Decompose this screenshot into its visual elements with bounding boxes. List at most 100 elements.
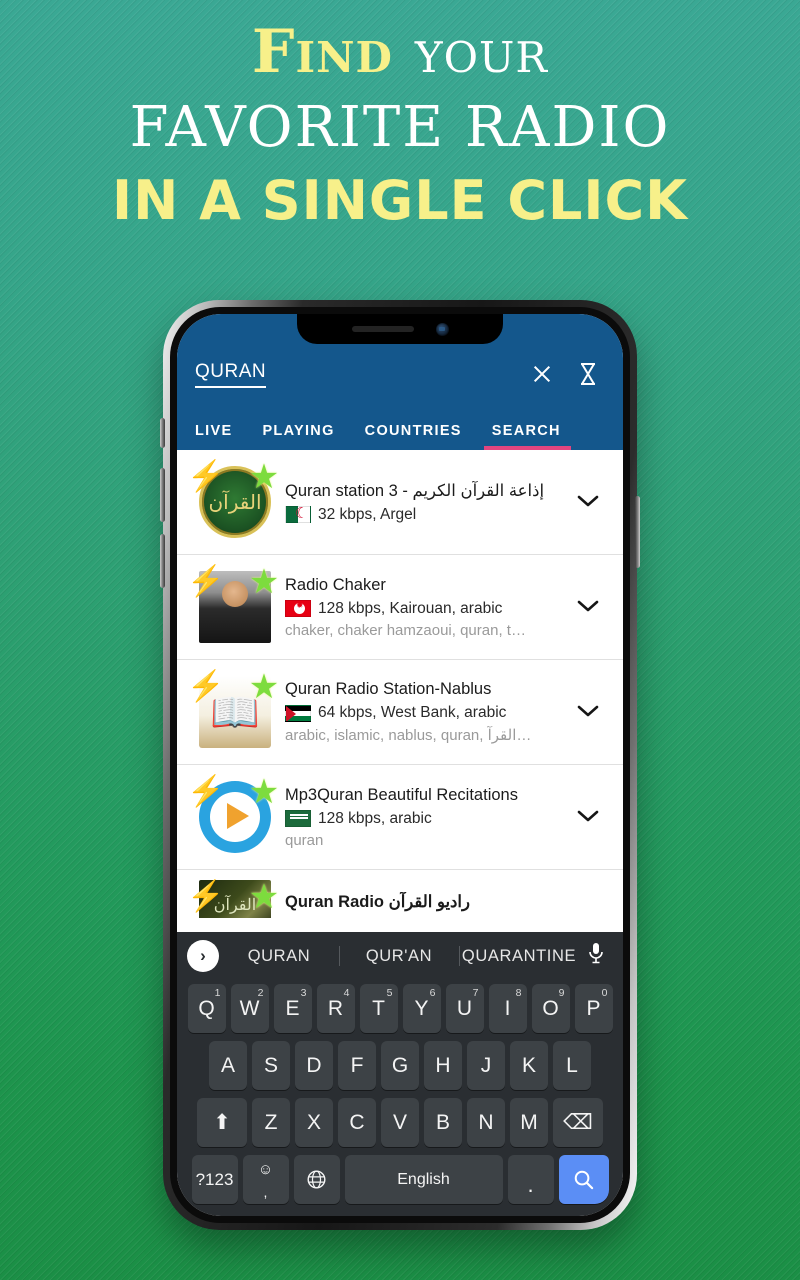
station-info: Quran station 3 - إذاعة القرآن الكريم 32… xyxy=(279,481,565,524)
key-o-label: O xyxy=(542,996,559,1020)
station-info: Radio Chaker 128 kbps, Kairouan, arabic … xyxy=(279,576,565,639)
tab-search[interactable]: SEARCH xyxy=(483,423,571,450)
phone-notch xyxy=(297,314,503,344)
close-icon[interactable] xyxy=(525,357,559,391)
station-title: Quran Radio راديو القرآن xyxy=(285,893,470,911)
phone-volume-up-button xyxy=(160,468,165,522)
expand-suggestions-button[interactable]: › xyxy=(187,940,219,972)
backspace-key[interactable]: ⌫ xyxy=(553,1098,603,1147)
tab-playing[interactable]: PLAYING xyxy=(262,423,334,450)
phone-volume-down-button xyxy=(160,534,165,588)
key-d[interactable]: D xyxy=(295,1041,333,1090)
keyboard-row-2: A S D F G H J K L xyxy=(177,1037,623,1094)
period-key[interactable]: . xyxy=(507,1155,554,1204)
favorite-star-icon[interactable]: ★ xyxy=(247,460,281,494)
key-w[interactable]: 2W xyxy=(230,984,269,1033)
station-meta: 128 kbps, arabic xyxy=(285,810,565,828)
favorite-star-icon[interactable]: ★ xyxy=(247,670,281,704)
table-row[interactable]: ⚡ ★ Mp3Quran Beautiful Recitations 128 k… xyxy=(177,765,623,870)
signal-bolt-icon: ⚡ xyxy=(187,565,225,598)
key-l[interactable]: L xyxy=(553,1041,591,1090)
key-o[interactable]: 9O xyxy=(531,984,570,1033)
key-w-label: W xyxy=(239,996,260,1020)
numeric-symbols-key[interactable]: ?123 xyxy=(191,1155,238,1204)
chevron-down-icon[interactable] xyxy=(565,805,611,829)
station-bitrate-location: 32 kbps, Argel xyxy=(318,505,417,523)
station-tags: chaker, chaker hamzaoui, quran, t… xyxy=(285,621,526,639)
key-m[interactable]: M xyxy=(510,1098,548,1147)
tab-countries[interactable]: COUNTRIES xyxy=(365,423,462,450)
table-row[interactable]: ⚡ ★ Radio Chaker 128 kbps, Kairouan, ara… xyxy=(177,555,623,660)
search-input[interactable]: QURAN xyxy=(195,361,267,388)
chevron-down-icon[interactable] xyxy=(565,595,611,619)
earpiece-speaker xyxy=(351,326,414,332)
key-y-number: 6 xyxy=(429,987,436,999)
tab-live[interactable]: LIVE xyxy=(195,423,232,450)
key-t-label: T xyxy=(372,996,385,1020)
emoji-icon: ☺ xyxy=(257,1161,274,1178)
key-x[interactable]: X xyxy=(295,1098,333,1147)
suggestion-3[interactable]: QUARANTINE xyxy=(459,947,579,966)
globe-icon[interactable] xyxy=(293,1155,340,1204)
station-title: Quran Radio Station-Nablus xyxy=(285,680,492,698)
key-i[interactable]: 8I xyxy=(488,984,527,1033)
key-k[interactable]: K xyxy=(510,1041,548,1090)
key-s[interactable]: S xyxy=(252,1041,290,1090)
favorite-star-icon[interactable]: ★ xyxy=(247,565,281,599)
mic-icon[interactable] xyxy=(579,942,613,970)
search-icon[interactable] xyxy=(558,1155,609,1204)
key-g[interactable]: G xyxy=(381,1041,419,1090)
phone-power-button xyxy=(635,496,640,568)
phone-bezel: QURAN LIVE PLAYING COUNTRIES SEARCH القر… xyxy=(170,307,630,1223)
key-t[interactable]: 5T xyxy=(359,984,398,1033)
station-thumbnail: ⚡ ★ xyxy=(187,460,279,544)
key-o-number: 9 xyxy=(558,987,565,999)
phone-screen: QURAN LIVE PLAYING COUNTRIES SEARCH القر… xyxy=(177,314,623,1216)
key-p[interactable]: 0P xyxy=(574,984,613,1033)
station-tags: quran xyxy=(285,831,324,849)
table-row[interactable]: ⚡ ★ Quran Radio Station-Nablus 64 kbps, … xyxy=(177,660,623,765)
space-key[interactable]: English xyxy=(344,1155,503,1204)
table-row[interactable]: ⚡ ★ Quran station 3 - إذاعة القرآن الكري… xyxy=(177,450,623,555)
key-q-number: 1 xyxy=(214,987,221,999)
table-row[interactable]: ⚡ ★ Quran Radio راديو القرآن xyxy=(177,870,623,918)
favorite-star-icon[interactable]: ★ xyxy=(247,775,281,809)
country-flag-algeria xyxy=(285,506,311,523)
key-e[interactable]: 3E xyxy=(273,984,312,1033)
key-q[interactable]: 1Q xyxy=(187,984,226,1033)
key-a[interactable]: A xyxy=(209,1041,247,1090)
key-u[interactable]: 7U xyxy=(445,984,484,1033)
signal-bolt-icon: ⚡ xyxy=(187,460,225,493)
shift-key[interactable]: ⬆ xyxy=(197,1098,247,1147)
on-screen-keyboard: › QURAN QUR'AN QUARANTINE 1Q 2W 3 E 4 R … xyxy=(177,932,623,1216)
hourglass-icon[interactable] xyxy=(571,357,605,391)
station-title: Mp3Quran Beautiful Recitations xyxy=(285,785,518,804)
key-p-number: 0 xyxy=(601,987,608,999)
key-c[interactable]: C xyxy=(338,1098,376,1147)
key-v[interactable]: V xyxy=(381,1098,419,1147)
emoji-comma-key[interactable]: ☺ , xyxy=(242,1155,289,1204)
key-z[interactable]: Z xyxy=(252,1098,290,1147)
headline-line1-rest: your xyxy=(414,17,549,87)
key-f[interactable]: F xyxy=(338,1041,376,1090)
key-y[interactable]: 6Y xyxy=(402,984,441,1033)
station-list: ⚡ ★ Quran station 3 - إذاعة القرآن الكري… xyxy=(177,450,623,918)
key-j[interactable]: J xyxy=(467,1041,505,1090)
station-meta: 128 kbps, Kairouan, arabic xyxy=(285,600,565,618)
key-i-number: 8 xyxy=(515,987,522,999)
chevron-down-icon[interactable] xyxy=(565,700,611,724)
app-bar-top-row: QURAN xyxy=(195,352,605,396)
key-h[interactable]: H xyxy=(424,1041,462,1090)
suggestion-2[interactable]: QUR'AN xyxy=(339,947,459,966)
chevron-down-icon[interactable] xyxy=(565,490,611,514)
suggestion-1[interactable]: QURAN xyxy=(219,947,339,966)
promo-headline: Find your favorite radio in a single cli… xyxy=(0,0,800,265)
key-r[interactable]: 4R xyxy=(316,984,355,1033)
key-b[interactable]: B xyxy=(424,1098,462,1147)
key-r-label: R xyxy=(327,996,344,1020)
country-flag-palestine xyxy=(285,704,311,722)
station-bitrate-location: 64 kbps, West Bank, arabic xyxy=(318,704,507,721)
key-n[interactable]: N xyxy=(467,1098,505,1147)
key-y-label: Y xyxy=(414,996,429,1020)
favorite-star-icon[interactable]: ★ xyxy=(247,880,281,914)
